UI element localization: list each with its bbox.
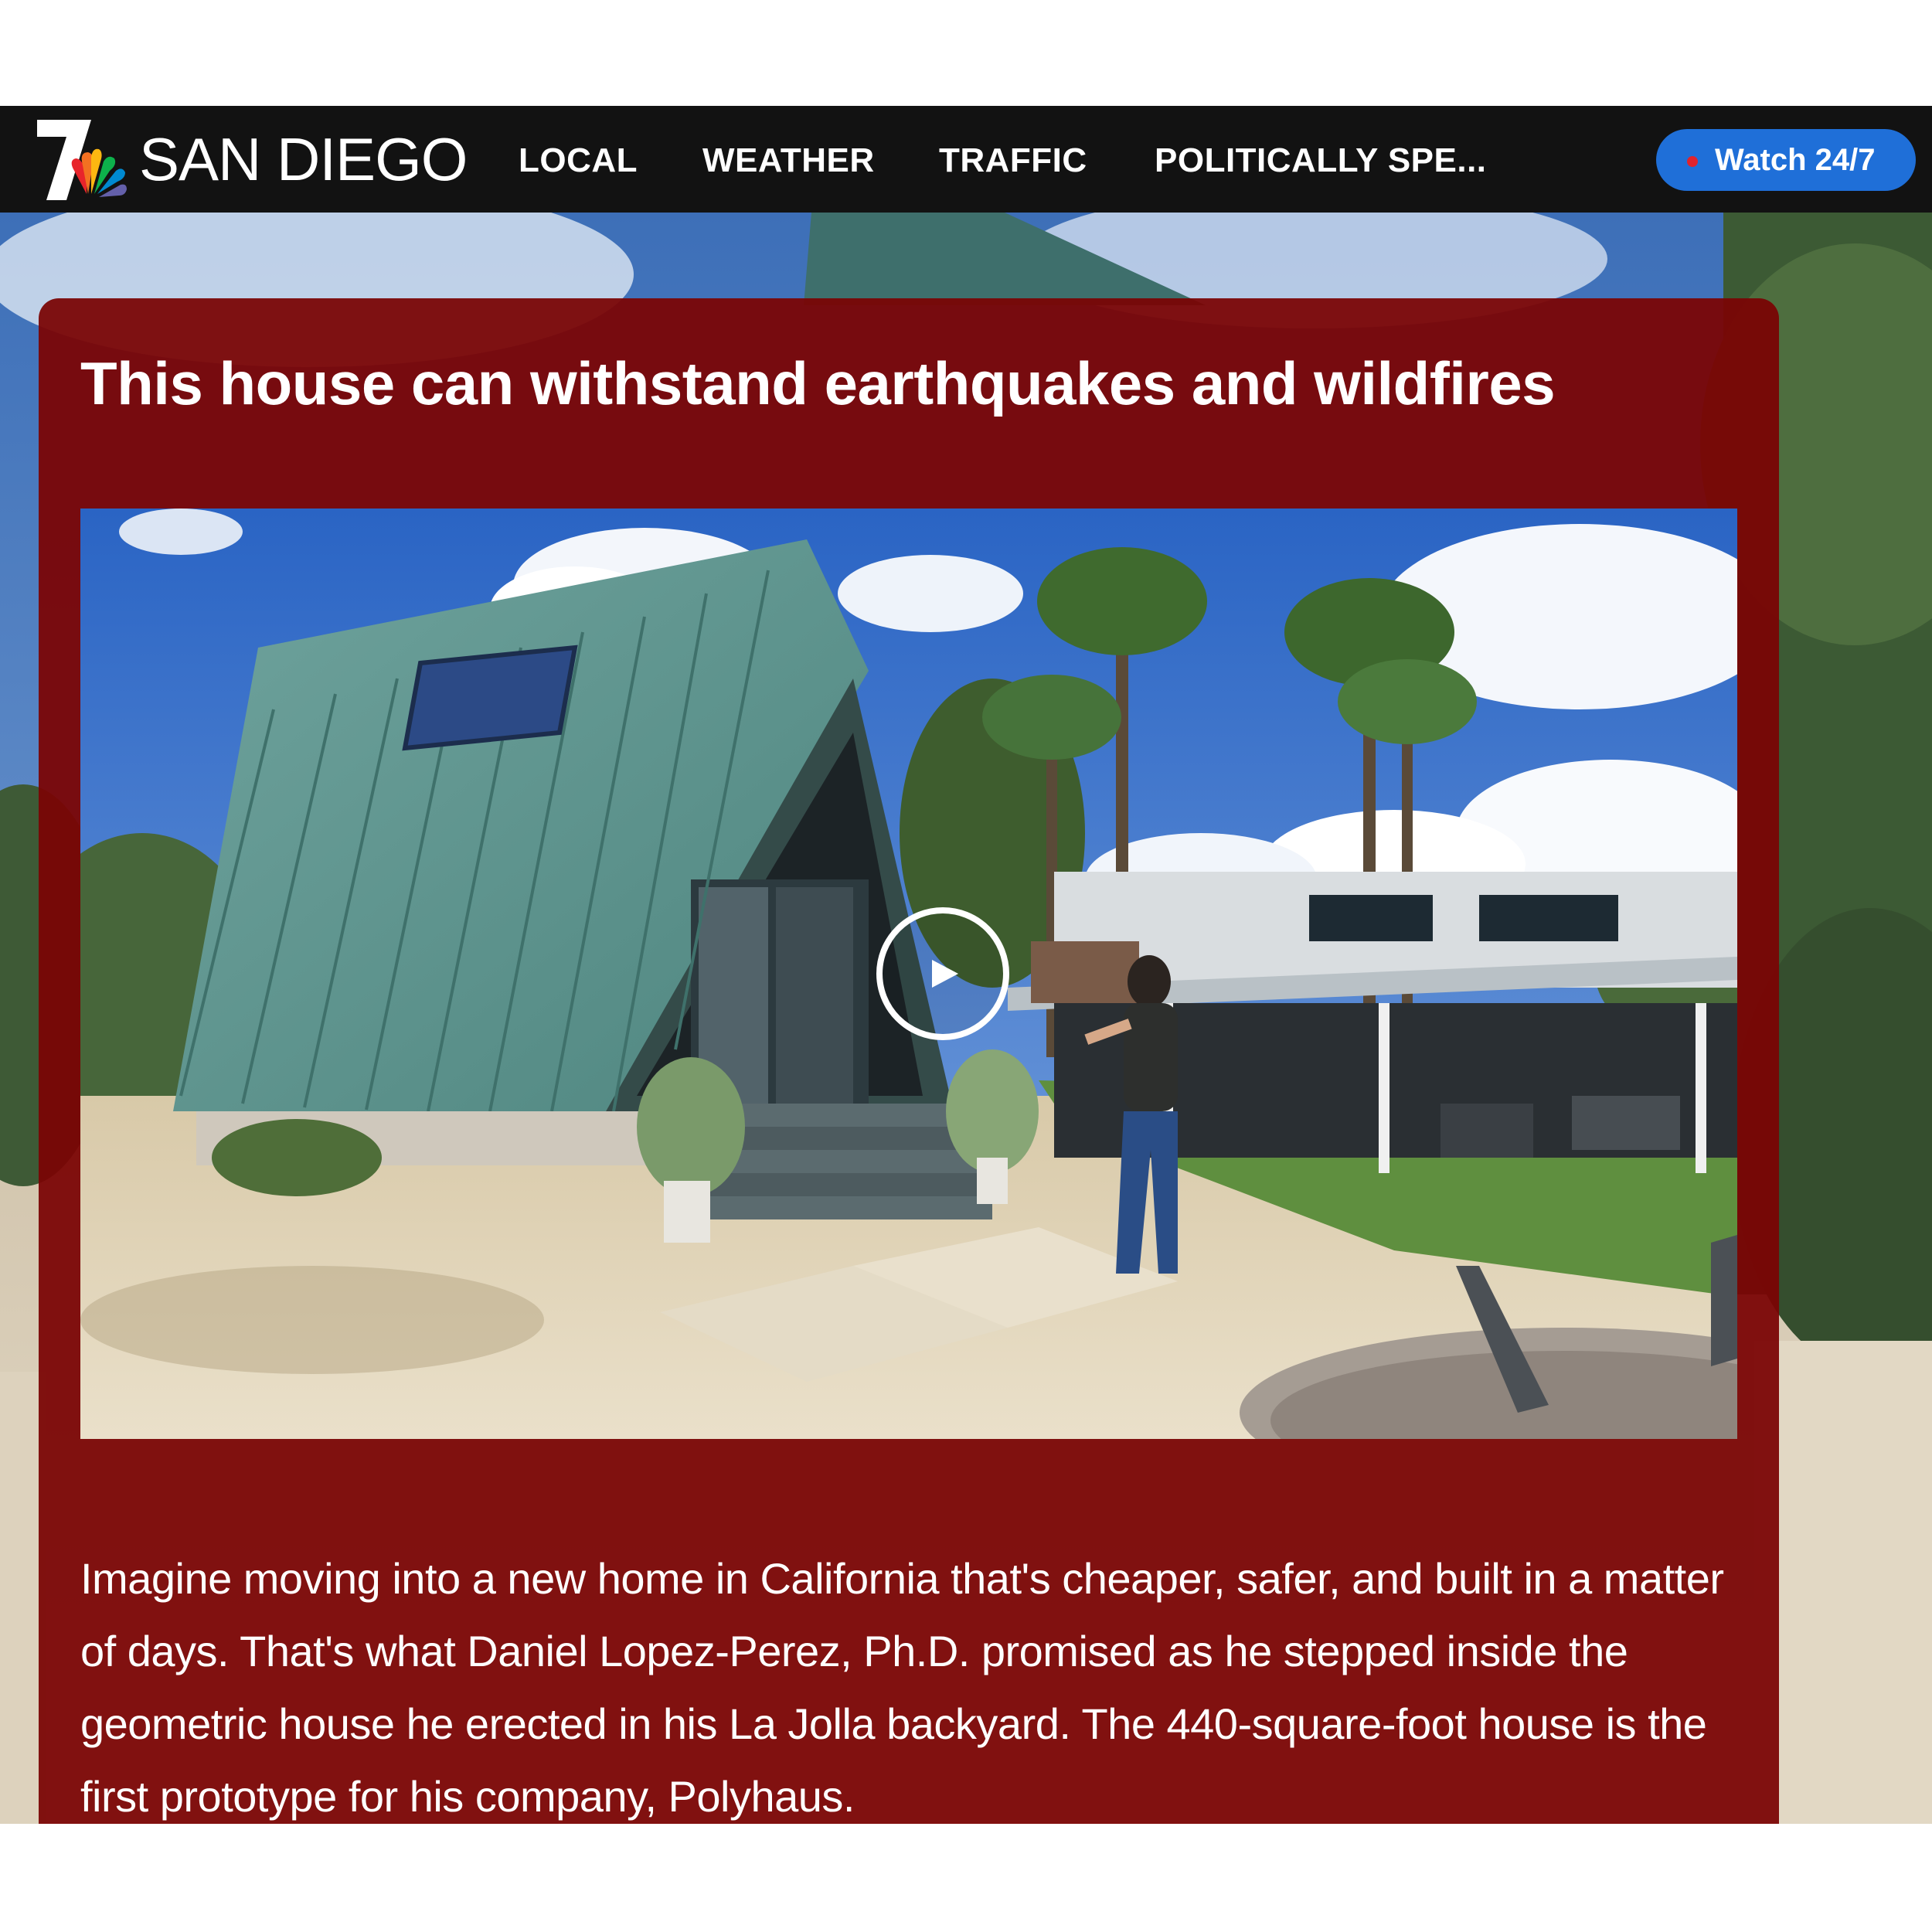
play-icon: [876, 907, 1009, 1040]
watch-live-label: Watch 24/7: [1715, 143, 1876, 177]
video-player[interactable]: [80, 509, 1737, 1439]
live-dot-icon: [1687, 156, 1698, 167]
nav-link-politically-speaking[interactable]: POLITICALLY SPE...: [1155, 134, 1487, 188]
page: SAN DIEGO LOCAL WEATHER TRAFFIC POLITICA…: [0, 0, 1932, 1932]
site-header: SAN DIEGO LOCAL WEATHER TRAFFIC POLITICA…: [0, 106, 1932, 213]
article-headline[interactable]: This house can withstand earthquakes and…: [80, 345, 1742, 422]
watch-live-button[interactable]: Watch 24/7: [1656, 129, 1916, 191]
nbc-peacock-7-logo[interactable]: [36, 117, 128, 203]
article-card: This house can withstand earthquakes and…: [39, 298, 1779, 1824]
brand-name[interactable]: SAN DIEGO: [139, 124, 468, 194]
play-button[interactable]: [875, 906, 1011, 1042]
nav-link-traffic[interactable]: TRAFFIC: [939, 134, 1087, 188]
nav-link-local[interactable]: LOCAL: [519, 134, 638, 188]
article-summary: Imagine moving into a new home in Califo…: [80, 1554, 1724, 1821]
nav-link-weather[interactable]: WEATHER: [702, 134, 875, 188]
